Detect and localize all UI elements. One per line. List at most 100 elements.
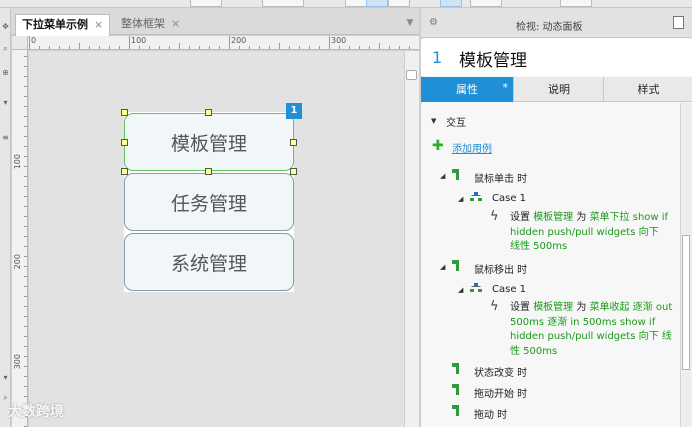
- ruler-tick: [69, 46, 70, 49]
- lightning-icon: ϟ: [490, 209, 499, 224]
- collapse-triangle-icon[interactable]: ◢: [458, 195, 463, 203]
- collapse-triangle-icon[interactable]: ◢: [458, 286, 463, 294]
- ruler-tick: [239, 46, 240, 49]
- inspector-tabs: 属性 * 说明 样式: [421, 77, 692, 102]
- menu-button-label: 系统管理: [170, 252, 247, 275]
- resize-handle-top-left[interactable]: [121, 109, 128, 116]
- tab-label: 说明: [548, 83, 570, 96]
- resize-handle-bottom-left[interactable]: [121, 168, 128, 175]
- document-tab-bar: 下拉菜单示例 × 整体框架 × ▼: [11, 8, 419, 36]
- ruler-tick: [24, 116, 27, 117]
- zoom-in-icon[interactable]: ⊕: [1, 68, 10, 78]
- event-label[interactable]: 鼠标移出 时: [474, 261, 527, 276]
- ruler-tick: [29, 36, 30, 49]
- ruler-tick: [24, 356, 27, 357]
- toolbar-button-active[interactable]: [366, 0, 388, 7]
- toolbar-button[interactable]: [388, 0, 410, 7]
- main-toolbar: [0, 0, 692, 8]
- ruler-tick: [24, 286, 27, 287]
- ruler-label: 200: [231, 36, 247, 45]
- zoom-icon[interactable]: ⌕: [1, 44, 10, 54]
- ruler-tick: [249, 46, 250, 49]
- collapse-triangle-icon[interactable]: ◢: [440, 263, 445, 271]
- ruler-tick: [24, 326, 27, 327]
- canvas-scrollbar-thumb[interactable]: [406, 70, 417, 80]
- case-label[interactable]: Case 1: [492, 284, 526, 295]
- ruler-tick: [39, 46, 40, 49]
- tab-overall-frame[interactable]: 整体框架 ×: [115, 14, 186, 35]
- tab-menu-icon[interactable]: ▼: [403, 16, 417, 30]
- vertical-ruler: 100 200 300: [12, 50, 28, 427]
- dropdown-arrow-icon[interactable]: ▾: [1, 98, 10, 108]
- ruler-tick: [179, 43, 180, 49]
- ruler-tick: [379, 43, 380, 49]
- ruler-label: 0: [31, 36, 37, 45]
- toolbar-button[interactable]: [262, 0, 304, 7]
- ruler-tick: [24, 336, 27, 337]
- menu-button-system-management[interactable]: 系统管理: [124, 233, 294, 291]
- ruler-tick: [24, 126, 27, 127]
- case-icon: [470, 192, 482, 201]
- arrow-down-icon[interactable]: ▾: [1, 373, 10, 383]
- ruler-tick: [24, 206, 27, 207]
- ruler-tick: [409, 46, 410, 49]
- resize-handle-top[interactable]: [205, 109, 212, 116]
- list-icon[interactable]: ≡: [1, 133, 10, 143]
- inspector-scrollbar-thumb[interactable]: [682, 235, 690, 370]
- ruler-tick: [139, 46, 140, 49]
- ruler-tick: [24, 396, 27, 397]
- case-label[interactable]: Case 1: [492, 193, 526, 204]
- event-label[interactable]: 鼠标单击 时: [474, 170, 527, 185]
- widget-number: 1: [432, 48, 443, 67]
- plus-icon[interactable]: ✚: [432, 138, 444, 154]
- ruler-tick: [24, 166, 27, 167]
- pan-icon[interactable]: ✥: [1, 22, 10, 32]
- toolbar-button[interactable]: [470, 0, 502, 7]
- ruler-tick: [24, 176, 27, 177]
- ruler-tick: [59, 46, 60, 49]
- event-icon: [452, 363, 459, 374]
- ruler-label: 100: [131, 36, 147, 45]
- event-label[interactable]: 拖动开始 时: [474, 385, 527, 400]
- event-label[interactable]: 拖动 时: [474, 406, 507, 421]
- selection-badge: 1: [286, 103, 302, 119]
- close-icon[interactable]: ×: [171, 17, 180, 30]
- resize-handle-bottom-right[interactable]: [290, 168, 297, 175]
- ruler-tick: [24, 66, 27, 67]
- tab-dropdown-example[interactable]: 下拉菜单示例 ×: [15, 14, 111, 36]
- menu-button-template-management[interactable]: 模板管理: [124, 113, 294, 171]
- chevron-down-icon[interactable]: ▼: [431, 117, 436, 125]
- ruler-tick: [24, 226, 27, 227]
- resize-handle-left[interactable]: [121, 139, 128, 146]
- toolbar-button[interactable]: [190, 0, 222, 7]
- resize-handle-right[interactable]: [290, 139, 297, 146]
- event-label[interactable]: 状态改变 时: [474, 364, 527, 379]
- widget-name[interactable]: 模板管理: [459, 46, 527, 71]
- close-icon[interactable]: ×: [94, 18, 103, 31]
- menu-button-task-management[interactable]: 任务管理: [124, 173, 294, 231]
- ruler-tick: [24, 236, 27, 237]
- event-icon: [452, 169, 459, 180]
- collapse-triangle-icon[interactable]: ◢: [440, 172, 445, 180]
- ruler-tick: [49, 46, 50, 49]
- action-description[interactable]: 设置 模板管理 为 菜单收起 逐渐 out 500ms 逐渐 in 500ms …: [510, 301, 678, 359]
- ruler-tick: [24, 86, 27, 87]
- canvas-scrollbar[interactable]: [404, 51, 419, 427]
- tab-properties[interactable]: 属性 *: [421, 77, 513, 102]
- gear-icon[interactable]: ⚙: [429, 17, 438, 28]
- ruler-label: 200: [13, 254, 22, 270]
- ruler-tick: [329, 36, 330, 49]
- tab-style[interactable]: 样式: [603, 77, 692, 102]
- toolbar-button-active[interactable]: [440, 0, 462, 7]
- toolbar-button[interactable]: [560, 0, 592, 7]
- toolbar-button[interactable]: [345, 0, 367, 7]
- document-icon[interactable]: [673, 16, 684, 29]
- tab-notes[interactable]: 说明: [513, 77, 604, 102]
- case-icon: [470, 283, 482, 292]
- action-description[interactable]: 设置 模板管理 为 菜单下拉 show if hidden push/pull …: [510, 211, 670, 255]
- ruler-tick: [279, 43, 280, 49]
- ruler-tick: [24, 296, 27, 297]
- ruler-tick: [24, 346, 27, 347]
- resize-handle-bottom[interactable]: [205, 168, 212, 175]
- add-case-link[interactable]: 添加用例: [452, 140, 492, 155]
